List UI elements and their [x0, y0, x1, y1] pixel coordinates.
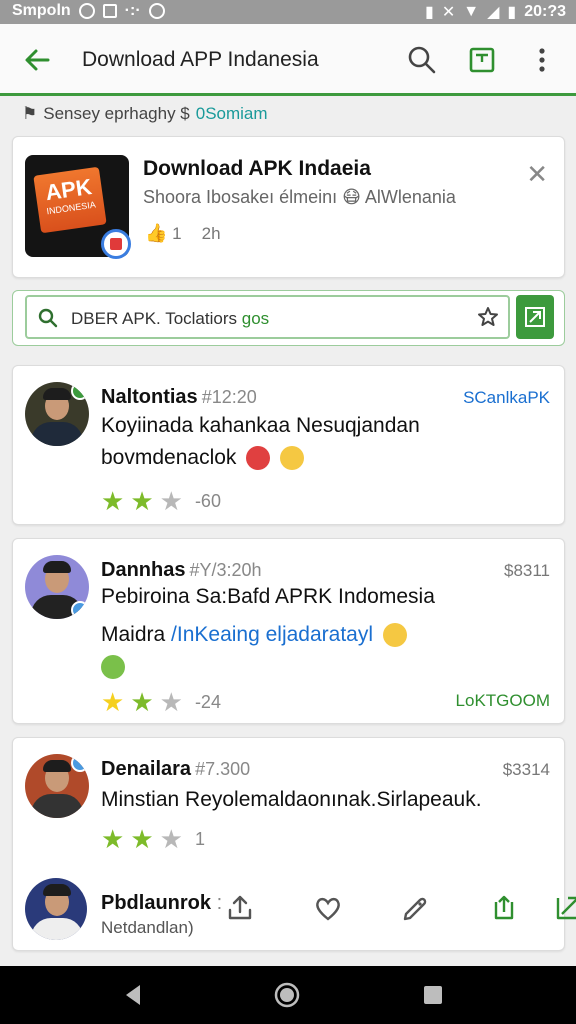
app-card[interactable]: APK INDONESIA Download APK Indaeia Shoor…	[12, 136, 565, 278]
search-icon[interactable]	[404, 42, 440, 78]
app-logo: APK INDONESIA	[25, 155, 131, 259]
cell-signal-icon: ◢	[487, 4, 500, 21]
review-tag: $3314	[502, 760, 550, 779]
emoji-icon	[246, 446, 271, 471]
settings-status-icon	[78, 3, 95, 19]
star-icon: ★	[130, 824, 154, 854]
action-bar	[224, 892, 576, 924]
verified-icon	[71, 382, 89, 400]
more-vert-icon[interactable]	[524, 42, 560, 78]
rating-stars: ★ ★ ★ -60	[101, 486, 221, 516]
app-meta-likes: 👍 1	[145, 223, 182, 243]
review-text-2: bovmdenaclok	[101, 446, 305, 471]
review-card[interactable]: Dannhas #Y/3:20h $8311 Pebiroina Sa:Bafd …	[12, 538, 565, 724]
send-icon	[525, 307, 545, 327]
reply-name: Pbdlaunrok :	[101, 892, 223, 914]
review-card[interactable]: Naltontias #12:20 SCanlkaPK Koyiinada kah…	[12, 365, 565, 525]
sync-status-icon	[148, 3, 165, 19]
app-meta-age: 2h	[201, 223, 221, 243]
review-text: Koyiinada kahankaa Nesuqjandan	[101, 414, 420, 437]
avatar	[25, 555, 89, 619]
apk-tile: APK INDONESIA	[33, 166, 107, 234]
star-icon: ★	[101, 824, 125, 854]
emoji-icon	[101, 655, 125, 679]
review-tag: $8311	[503, 561, 550, 580]
star-icon: ★	[130, 486, 154, 516]
heart-icon[interactable]	[312, 892, 344, 924]
sort-label: Sensey eprhaghy $	[43, 104, 190, 123]
verified-icon	[71, 601, 89, 619]
app-subtitle: Shoora Ibosakeı élmeinı 😷 AlWlenania	[143, 187, 456, 207]
rating-stars: ★ ★ ★ 1	[101, 824, 205, 854]
avatar	[25, 754, 89, 818]
wifi-icon: ▼	[463, 3, 480, 20]
nav-home-icon[interactable]	[272, 980, 302, 1010]
star-icon: ★	[130, 687, 154, 717]
review-tag[interactable]: SCanlkaPK	[463, 388, 550, 408]
star-empty-icon: ★	[159, 824, 183, 854]
close-icon[interactable]: ✕	[526, 159, 548, 190]
search-icon	[38, 308, 58, 328]
rating-stars: ★ ★ ★ -24	[101, 687, 221, 717]
search-input[interactable]: DBER APK. Toclatiors gos	[25, 295, 510, 339]
reviewer-name: Dannhas #Y/3:20h	[101, 559, 262, 581]
reviewer-name: Denailara #7.300	[101, 758, 251, 780]
reply-subtitle: Netdandlan)	[101, 918, 194, 937]
notification-status-icon	[102, 4, 117, 18]
back-arrow-icon[interactable]	[20, 42, 56, 78]
search-row: DBER APK. Toclatiors gos	[12, 290, 565, 346]
star-empty-icon: ★	[159, 486, 183, 516]
verified-badge-icon	[101, 229, 131, 259]
app-meta: 👍 1 2h	[145, 223, 221, 244]
alarm-status-icon: ✕	[441, 4, 456, 21]
avatar	[25, 878, 87, 940]
flag-icon: ⚑	[22, 104, 38, 123]
smile-emoji-icon	[280, 446, 305, 471]
star-icon: ★	[101, 687, 125, 717]
app-name: Download APK Indaeia	[143, 157, 371, 180]
star-outline-icon[interactable]	[476, 305, 500, 329]
verified-icon	[71, 754, 89, 772]
go-button[interactable]	[516, 295, 554, 339]
nav-recents-icon[interactable]	[418, 980, 448, 1010]
window-icon[interactable]	[464, 42, 500, 78]
avatar	[25, 382, 89, 446]
review-action-label[interactable]: LoKTGOOM	[456, 691, 550, 711]
signal-dots-icon: ·:·	[124, 2, 141, 19]
app-bar: Download APP Indanesia	[0, 24, 576, 96]
open-external-icon[interactable]	[552, 892, 576, 924]
sort-accent: 0Somiam	[195, 104, 268, 123]
star-empty-icon: ★	[159, 687, 183, 717]
review-text-2: Maidra /InKeaing eljadaratayl	[101, 623, 407, 648]
page-title: Download APP Indanesia	[82, 48, 319, 71]
reviewer-name: Naltontias #12:20	[101, 386, 257, 408]
emoji-icon	[382, 623, 407, 648]
nav-back-icon[interactable]	[118, 980, 148, 1010]
sort-line[interactable]: ⚑ Sensey eprhaghy $ 0Somiam	[22, 104, 268, 124]
status-time: 20:?3	[524, 3, 566, 20]
status-bar: Smpoln ·:· ▮ ✕ ▼ ◢ ▮ 20:?3	[0, 0, 576, 24]
star-icon: ★	[101, 486, 125, 516]
search-text: DBER APK. Toclatiors gos	[71, 309, 270, 328]
lock-status-icon: ▮	[425, 4, 434, 21]
review-text: Pebiroina Sa:Bafd APRK Indomesia	[101, 585, 435, 608]
thumbs-up-icon: 👍	[145, 223, 168, 243]
share-icon[interactable]	[224, 892, 256, 924]
system-nav-bar	[0, 966, 576, 1024]
status-carrier: Smpoln	[12, 2, 71, 19]
upload-icon[interactable]	[488, 892, 520, 924]
tag-icon[interactable]	[400, 892, 432, 924]
review-text: Minstian Reyolemaldaonınak.Sirlapeauk.	[101, 788, 482, 811]
battery-icon: ▮	[507, 4, 517, 21]
